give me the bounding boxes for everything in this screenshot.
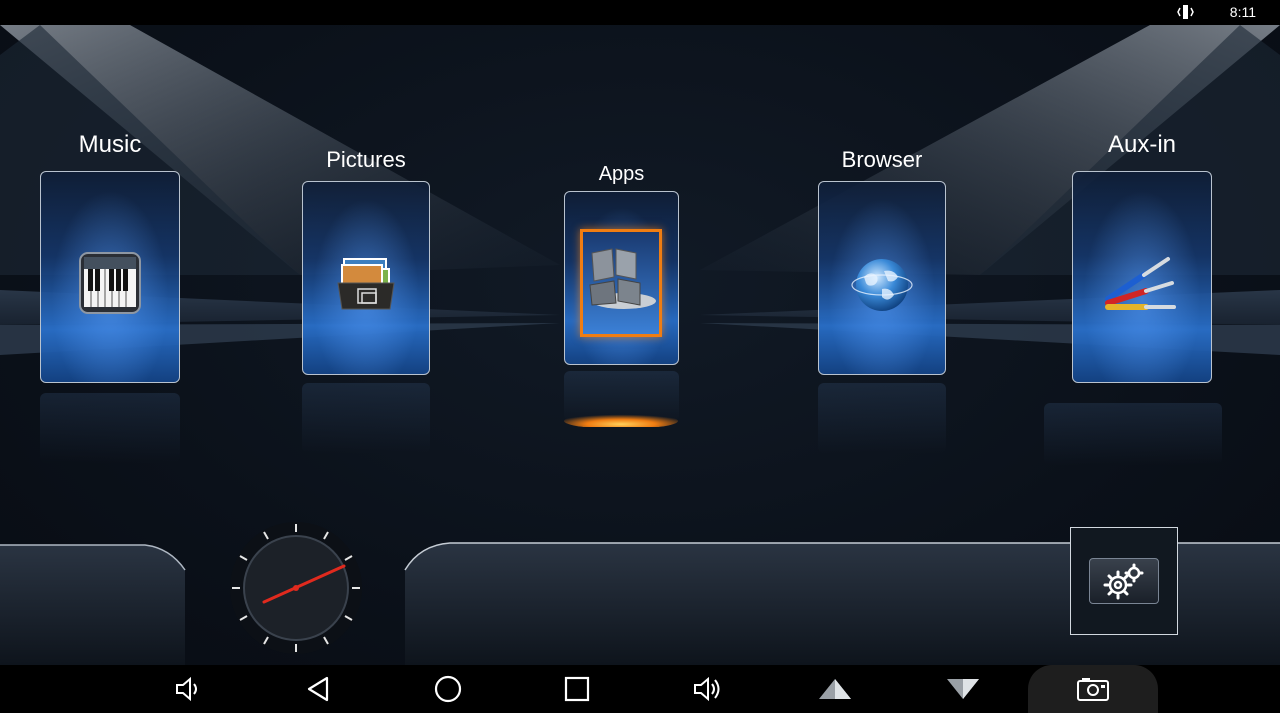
- apps-icon: [589, 248, 656, 309]
- selection-glow: [564, 413, 678, 427]
- home-button[interactable]: [418, 665, 478, 713]
- photo-folder-icon: [337, 258, 395, 310]
- status-bar: 8:11: [0, 0, 1280, 25]
- clock-gauge-icon[interactable]: [228, 520, 364, 656]
- down-arrow-icon: [947, 679, 979, 699]
- tile-reflection: [1044, 403, 1222, 465]
- tile-label: Pictures: [326, 147, 406, 172]
- up-arrow-icon: [819, 679, 851, 699]
- status-clock: 8:11: [1229, 4, 1256, 20]
- tile-reflection: [302, 383, 430, 453]
- volume-up-icon: [694, 676, 720, 702]
- tile-aux-in[interactable]: Aux-in: [1044, 131, 1222, 465]
- tile-reflection: [818, 383, 946, 453]
- tile-label: Apps: [598, 163, 645, 185]
- audio-jack-icon: [1105, 257, 1176, 310]
- tile-label: Browser: [841, 147, 923, 172]
- scroll-up-button[interactable]: [805, 665, 865, 713]
- volume-down-icon: [176, 676, 197, 702]
- tile-music[interactable]: Music: [40, 131, 180, 463]
- recents-button[interactable]: [547, 665, 607, 713]
- piano-icon: [79, 252, 141, 314]
- settings-button-face: [1089, 558, 1159, 604]
- back-button[interactable]: [288, 665, 348, 713]
- settings-button[interactable]: [1070, 527, 1178, 635]
- tile-reflection: [40, 393, 180, 463]
- navigation-bar: [0, 665, 1280, 713]
- tile-label: Music: [78, 131, 142, 158]
- recents-icon: [564, 676, 590, 702]
- tile-browser[interactable]: Browser: [818, 145, 946, 455]
- launcher-stage: Music Pictures Apps Browser Aux-in: [0, 25, 1280, 665]
- tile-label: Aux-in: [1107, 131, 1177, 158]
- volume-down-button[interactable]: [158, 665, 218, 713]
- vibrate-icon: [1177, 5, 1194, 19]
- screenshot-icon: [1077, 678, 1109, 701]
- scroll-down-button[interactable]: [933, 665, 993, 713]
- back-icon: [307, 676, 329, 702]
- tile-apps[interactable]: Apps: [564, 157, 679, 437]
- volume-up-button[interactable]: [677, 665, 737, 713]
- globe-icon: [851, 259, 913, 311]
- tile-pictures[interactable]: Pictures: [302, 145, 430, 455]
- gears-icon: [1103, 563, 1144, 600]
- home-icon: [434, 675, 462, 703]
- screenshot-button[interactable]: [1063, 665, 1123, 713]
